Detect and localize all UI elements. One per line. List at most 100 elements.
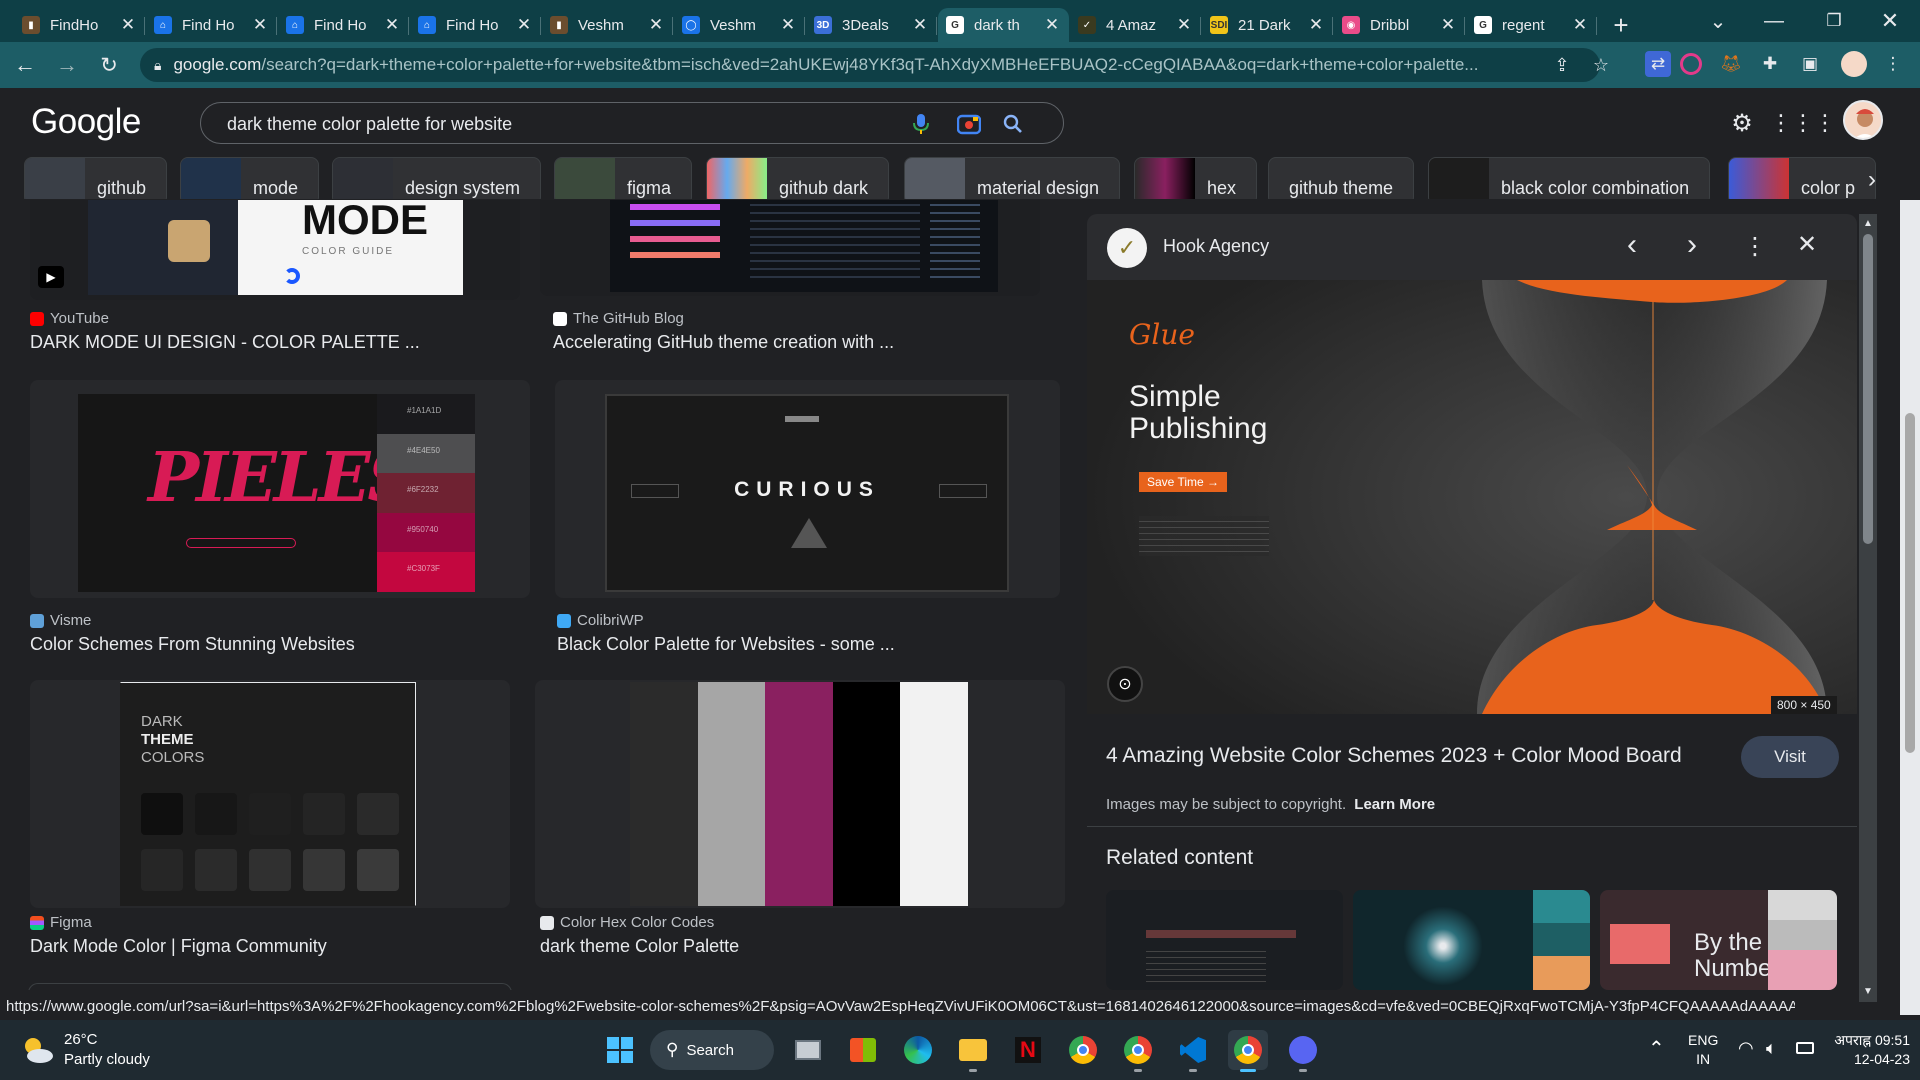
volume-icon[interactable]: 🔈︎ — [1766, 1038, 1777, 1059]
previous-image-icon[interactable]: ‹ — [1627, 228, 1637, 262]
next-image-icon[interactable]: › — [1687, 228, 1697, 262]
result-title[interactable]: Accelerating GitHub theme creation with … — [553, 332, 894, 353]
browser-tab[interactable]: ◯ Veshm ✕ — [674, 8, 805, 42]
result-source[interactable]: Visme — [30, 612, 91, 629]
result-image[interactable] — [540, 200, 1040, 296]
panel-scrollbar[interactable]: ▲ ▼ — [1859, 214, 1877, 1002]
weather-icon[interactable] — [20, 1034, 56, 1066]
tab-close-icon[interactable]: ✕ — [1175, 15, 1193, 35]
tab-close-icon[interactable]: ✕ — [911, 15, 929, 35]
filter-chip[interactable]: mode — [180, 157, 320, 199]
more-options-icon[interactable]: ⋮ — [1743, 232, 1767, 261]
url-text[interactable]: google.com/search?q=dark+theme+color+pal… — [173, 55, 1538, 75]
weather-temp[interactable]: 26°C — [64, 1031, 98, 1048]
close-window-button[interactable]: ✕ — [1862, 0, 1918, 42]
result-title[interactable]: Black Color Palette for Websites - some … — [557, 634, 895, 655]
metamask-icon[interactable]: 🦊︎ — [1718, 51, 1744, 77]
result-title[interactable]: Dark Mode Color | Figma Community — [30, 936, 327, 957]
chevron-up-icon[interactable]: ⌃ — [1648, 1036, 1665, 1061]
browser-tab[interactable]: ✓ 4 Amaz ✕ — [1070, 8, 1201, 42]
filter-chip[interactable]: hex — [1134, 157, 1258, 199]
browser-tab[interactable]: ▮ Veshm ✕ — [542, 8, 673, 42]
reload-button[interactable]: ↻ — [90, 46, 128, 84]
related-thumb[interactable] — [1106, 890, 1343, 990]
voice-search-icon[interactable] — [909, 112, 933, 136]
browser-tab[interactable]: ◉ Dribbl ✕ — [1334, 8, 1465, 42]
chrome-icon[interactable] — [1063, 1030, 1103, 1070]
tab-close-icon[interactable]: ✕ — [383, 15, 401, 35]
netflix-icon[interactable]: N — [1008, 1030, 1048, 1070]
tab-close-icon[interactable]: ✕ — [1571, 15, 1589, 35]
minimize-button[interactable]: — — [1746, 0, 1802, 42]
browser-menu-icon[interactable]: ⋮ — [1880, 51, 1906, 77]
browser-tab[interactable]: SDI 21 Dark ✕ — [1202, 8, 1333, 42]
lens-search-icon[interactable] — [957, 112, 981, 136]
filter-chip[interactable]: figma — [554, 157, 693, 199]
related-thumb[interactable]: By the Numbe — [1600, 890, 1837, 990]
account-avatar[interactable] — [1843, 100, 1883, 140]
preview-image[interactable]: Glue Simple Publishing Save Time → ⊙ 800… — [1087, 280, 1857, 926]
result-title[interactable]: Color Schemes From Stunning Websites — [30, 634, 355, 655]
tab-close-icon[interactable]: ✕ — [1439, 15, 1457, 35]
browser-tab[interactable]: 3D 3Deals ✕ — [806, 8, 937, 42]
visit-button[interactable]: Visit — [1741, 736, 1839, 778]
tab-close-icon[interactable]: ✕ — [779, 15, 797, 35]
address-bar[interactable]: 🔒︎ google.com/search?q=dark+theme+color+… — [140, 48, 1600, 82]
browser-tab[interactable]: Gdark th ✕ — [938, 8, 1069, 42]
apps-grid-icon[interactable]: ⋮⋮⋮ — [1770, 108, 1836, 138]
weather-desc[interactable]: Partly cloudy — [64, 1051, 150, 1068]
result-image[interactable]: PIELES #1A1A1D #4E4E50 #6F2232 #950740 #C307… — [30, 380, 530, 598]
close-panel-icon[interactable]: ✕ — [1797, 230, 1817, 259]
result-title[interactable]: dark theme Color Palette — [540, 936, 739, 957]
tab-close-icon[interactable]: ✕ — [119, 15, 137, 35]
browser-tab[interactable]: ▮ FindHo ✕ — [14, 8, 145, 42]
result-title[interactable]: DARK MODE UI DESIGN - COLOR PALETTE ... — [30, 332, 420, 353]
language-indicator[interactable]: ENG IN — [1688, 1031, 1718, 1069]
google-logo[interactable]: Google — [31, 102, 141, 142]
result-image[interactable]: CURIOUS — [555, 380, 1060, 598]
play-icon[interactable]: ▶ — [38, 266, 64, 288]
preview-title[interactable]: 4 Amazing Website Color Schemes 2023 + C… — [1106, 744, 1682, 768]
search-icon[interactable] — [1001, 112, 1025, 136]
result-image[interactable] — [535, 680, 1065, 908]
result-source[interactable]: Color Hex Color Codes — [540, 914, 714, 931]
filter-chip[interactable]: color p — [1728, 157, 1877, 199]
result-source[interactable]: Figma — [30, 914, 92, 931]
share-icon[interactable]: ⇪ — [1551, 54, 1573, 76]
filter-chip[interactable]: github theme — [1268, 157, 1415, 199]
extension-translate-icon[interactable]: ⇄ — [1645, 51, 1671, 77]
site-name[interactable]: Hook Agency — [1163, 236, 1269, 257]
result-source[interactable]: The GitHub Blog — [553, 310, 684, 327]
filter-chip[interactable]: material design — [904, 157, 1121, 199]
page-scrollbar[interactable] — [1900, 200, 1920, 1015]
taskbar-search[interactable]: ⚲ Search — [650, 1030, 774, 1070]
forward-button[interactable]: → — [48, 46, 86, 84]
file-explorer-icon[interactable] — [953, 1030, 993, 1072]
result-image[interactable]: DARK THEME COLORS — [30, 680, 510, 908]
profile-avatar-icon[interactable] — [1841, 51, 1867, 77]
tab-close-icon[interactable]: ✕ — [1307, 15, 1325, 35]
microsoft-store-icon[interactable] — [843, 1030, 883, 1070]
bookmark-star-icon[interactable]: ☆ — [1590, 54, 1612, 76]
side-panel-icon[interactable]: ▣ — [1797, 51, 1823, 77]
browser-tab[interactable]: ⌂ Find Ho ✕ — [410, 8, 541, 42]
extension-ring-icon[interactable] — [1680, 53, 1702, 75]
chrome-profile-icon[interactable] — [1118, 1030, 1158, 1072]
discord-icon[interactable] — [1283, 1030, 1323, 1072]
lens-scan-icon[interactable]: ⊙ — [1107, 666, 1143, 702]
battery-icon[interactable] — [1796, 1042, 1814, 1054]
browser-tab[interactable]: Gregent ✕ — [1466, 8, 1597, 42]
tab-close-icon[interactable]: ✕ — [251, 15, 269, 35]
windows-start-icon[interactable] — [600, 1030, 640, 1070]
filter-chip[interactable]: github — [24, 157, 168, 199]
search-input[interactable]: dark theme color palette for website — [227, 114, 512, 135]
learn-more-link[interactable]: Learn More — [1354, 796, 1435, 813]
task-view-icon[interactable] — [788, 1030, 828, 1070]
chevron-right-icon[interactable]: › — [1868, 166, 1876, 194]
edge-icon[interactable] — [898, 1030, 938, 1070]
tab-close-icon[interactable]: ✕ — [515, 15, 533, 35]
restore-button[interactable]: ❐ — [1806, 0, 1862, 42]
clock[interactable]: अपराह्न 09:51 12-04-23 — [1834, 1031, 1910, 1069]
tab-close-icon[interactable]: ✕ — [647, 15, 665, 35]
result-source[interactable]: YouTube — [30, 310, 109, 327]
